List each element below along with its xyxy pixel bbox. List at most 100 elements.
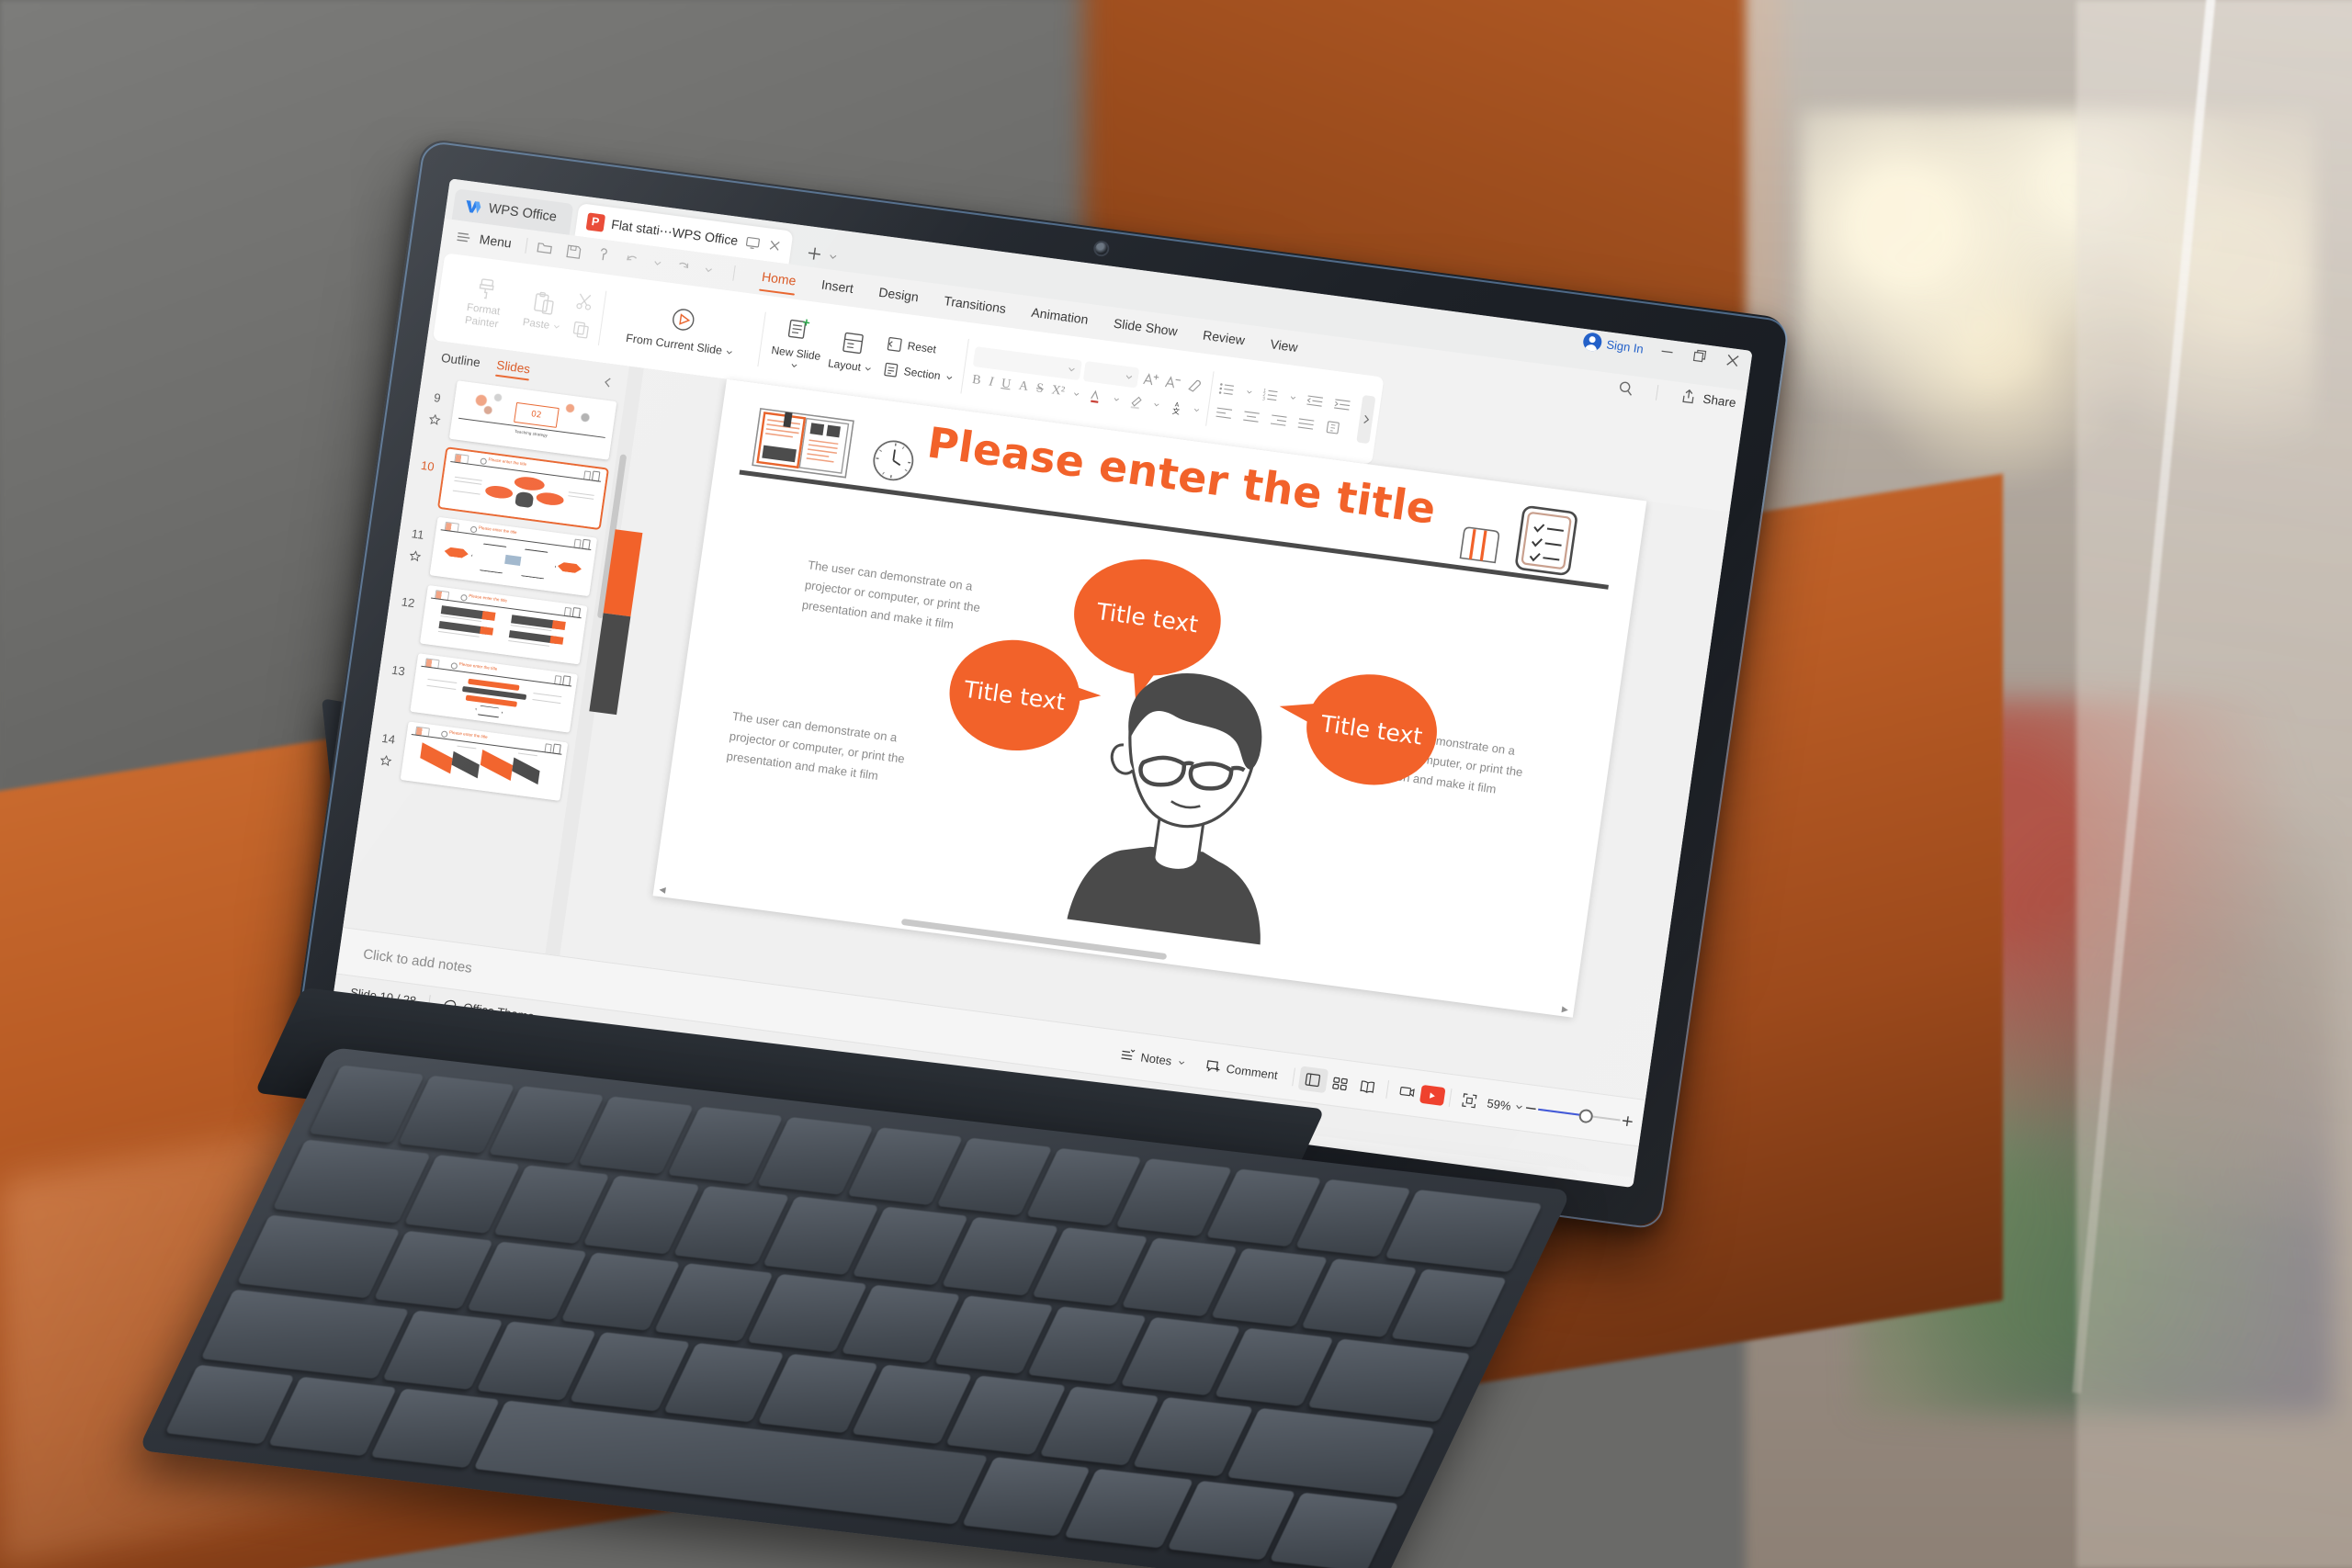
scroll-right-arrow-icon[interactable]: ▶ xyxy=(1555,1003,1574,1015)
star-icon[interactable] xyxy=(379,754,392,768)
numbered-list-icon[interactable]: 1 2 3 xyxy=(1261,386,1281,403)
search-icon[interactable] xyxy=(1615,378,1636,398)
chevron-down-icon[interactable] xyxy=(1289,393,1297,401)
section-button[interactable]: Section xyxy=(881,359,955,386)
chevron-down-icon xyxy=(865,367,871,370)
chevron-down-icon[interactable] xyxy=(1072,389,1080,398)
share-button[interactable]: Share xyxy=(1679,386,1737,412)
tab-insert[interactable]: Insert xyxy=(808,272,868,301)
grow-font-icon[interactable] xyxy=(1140,369,1161,389)
font-color-icon[interactable] xyxy=(1087,388,1105,406)
fit-to-window-button[interactable] xyxy=(1454,1087,1485,1114)
shrink-font-icon[interactable] xyxy=(1162,372,1183,392)
tab-view[interactable]: View xyxy=(1256,331,1312,359)
align-right-icon[interactable] xyxy=(1269,412,1289,427)
hamburger-menu-icon xyxy=(457,231,470,242)
layout-button[interactable]: Layout xyxy=(820,327,883,377)
menu-button[interactable]: Menu xyxy=(454,227,513,252)
bold-button[interactable]: B xyxy=(971,373,981,389)
strikethrough-button[interactable]: S xyxy=(1035,381,1045,397)
plus-icon[interactable] xyxy=(1619,1113,1635,1130)
restore-icon[interactable] xyxy=(1690,346,1711,367)
format-painter-button[interactable]: Format Painter xyxy=(449,272,519,333)
star-icon[interactable] xyxy=(427,413,441,427)
slide-thumbnail[interactable]: 02 Teaching strategy xyxy=(448,380,617,460)
mini-slide: 02 Teaching strategy xyxy=(448,380,617,460)
text-highlight-icon[interactable] xyxy=(1127,392,1146,411)
tab-home[interactable]: Home xyxy=(748,264,810,293)
align-left-icon[interactable] xyxy=(1214,404,1234,420)
more-caret-icon[interactable] xyxy=(703,264,714,275)
justify-icon[interactable] xyxy=(1296,415,1317,431)
tab-review[interactable]: Review xyxy=(1189,322,1260,353)
decrease-indent-icon[interactable] xyxy=(1305,391,1325,409)
reading-view-button[interactable] xyxy=(1352,1073,1383,1100)
new-tab-group[interactable] xyxy=(804,243,840,266)
fit-to-window-icon xyxy=(1462,1092,1478,1108)
presenter-view-button[interactable] xyxy=(1392,1078,1422,1106)
normal-view-button[interactable] xyxy=(1297,1066,1329,1094)
clipboard-checklist-icon xyxy=(1515,505,1577,576)
slide-number: 13 xyxy=(390,662,406,679)
close-icon[interactable] xyxy=(766,237,783,254)
bulleted-list-icon[interactable] xyxy=(1217,380,1238,398)
speech-bubble-left[interactable]: Title text xyxy=(942,632,1102,759)
zoom-level-label[interactable]: 59% xyxy=(1483,1095,1516,1112)
sign-in-button[interactable]: Sign In xyxy=(1581,331,1645,358)
from-current-slide-button[interactable]: From Current Slide xyxy=(608,297,754,361)
scissors-icon[interactable] xyxy=(574,291,596,313)
chevron-down-icon[interactable] xyxy=(1113,395,1121,403)
undo-caret-icon[interactable] xyxy=(652,257,663,268)
ribbon-expand-button[interactable] xyxy=(1356,394,1376,445)
chevron-down-icon[interactable] xyxy=(827,251,838,262)
new-slide-label: New Slide xyxy=(770,343,822,363)
paste-button[interactable]: Paste xyxy=(513,288,575,334)
align-center-icon[interactable] xyxy=(1241,408,1261,423)
new-slide-button[interactable]: New Slide xyxy=(767,312,828,377)
clear-formatting-icon[interactable] xyxy=(1183,375,1204,395)
scroll-left-arrow-icon[interactable]: ◀ xyxy=(653,884,672,896)
plus-icon[interactable] xyxy=(804,243,825,264)
undo-icon[interactable] xyxy=(622,249,642,268)
zoom-handle[interactable] xyxy=(1577,1108,1594,1124)
slide-number-cell: 10 xyxy=(415,445,441,474)
reset-button[interactable]: Reset xyxy=(885,334,958,361)
slide-sorter-icon xyxy=(1332,1077,1349,1090)
cloud-sync-icon[interactable] xyxy=(594,245,614,265)
copy-icon[interactable] xyxy=(571,319,593,341)
chevron-down-icon[interactable] xyxy=(1152,400,1160,409)
play-slideshow-button[interactable] xyxy=(1419,1084,1446,1107)
asian-typography-icon[interactable]: A 文 xyxy=(1167,398,1185,416)
notes-button[interactable]: Notes xyxy=(1109,1044,1197,1071)
underline-button[interactable]: U xyxy=(1001,377,1012,392)
comment-button[interactable]: Comment xyxy=(1194,1056,1289,1084)
zoom-slider[interactable] xyxy=(1537,1103,1621,1127)
chevron-down-icon xyxy=(1178,1060,1184,1065)
slide-body-text-bottom-left[interactable]: The user can demonstrate on a projector … xyxy=(725,706,944,795)
text-shadow-button[interactable]: A xyxy=(1018,379,1029,395)
redo-icon[interactable] xyxy=(673,256,694,276)
paint-brush-icon xyxy=(479,278,494,299)
slide-sorter-button[interactable] xyxy=(1325,1069,1355,1097)
increase-indent-icon[interactable] xyxy=(1332,395,1352,412)
notes-placeholder[interactable]: Click to add notes xyxy=(338,942,473,976)
open-folder-icon[interactable] xyxy=(535,238,555,257)
star-icon[interactable] xyxy=(408,549,422,563)
paste-label: Paste xyxy=(522,316,550,332)
present-monitor-icon[interactable] xyxy=(744,234,761,251)
minimize-icon[interactable] xyxy=(1657,342,1678,362)
superscript-button[interactable]: X² xyxy=(1050,383,1066,400)
tab-design[interactable]: Design xyxy=(865,279,933,310)
save-icon[interactable] xyxy=(564,242,584,261)
reading-view-icon xyxy=(1360,1080,1375,1093)
slide-body-text-top-left[interactable]: The user can demonstrate on a projector … xyxy=(800,555,1020,643)
divider xyxy=(1385,1079,1390,1099)
chevron-down-icon[interactable] xyxy=(1193,406,1201,414)
font-size-input[interactable] xyxy=(1082,360,1139,389)
text-direction-icon[interactable] xyxy=(1323,418,1343,435)
italic-button[interactable]: I xyxy=(988,375,994,389)
chevron-left-icon[interactable] xyxy=(601,376,615,389)
mini-title: Please enter the title xyxy=(488,457,527,468)
chevron-down-icon[interactable] xyxy=(1245,388,1253,396)
close-icon[interactable] xyxy=(1723,350,1744,370)
